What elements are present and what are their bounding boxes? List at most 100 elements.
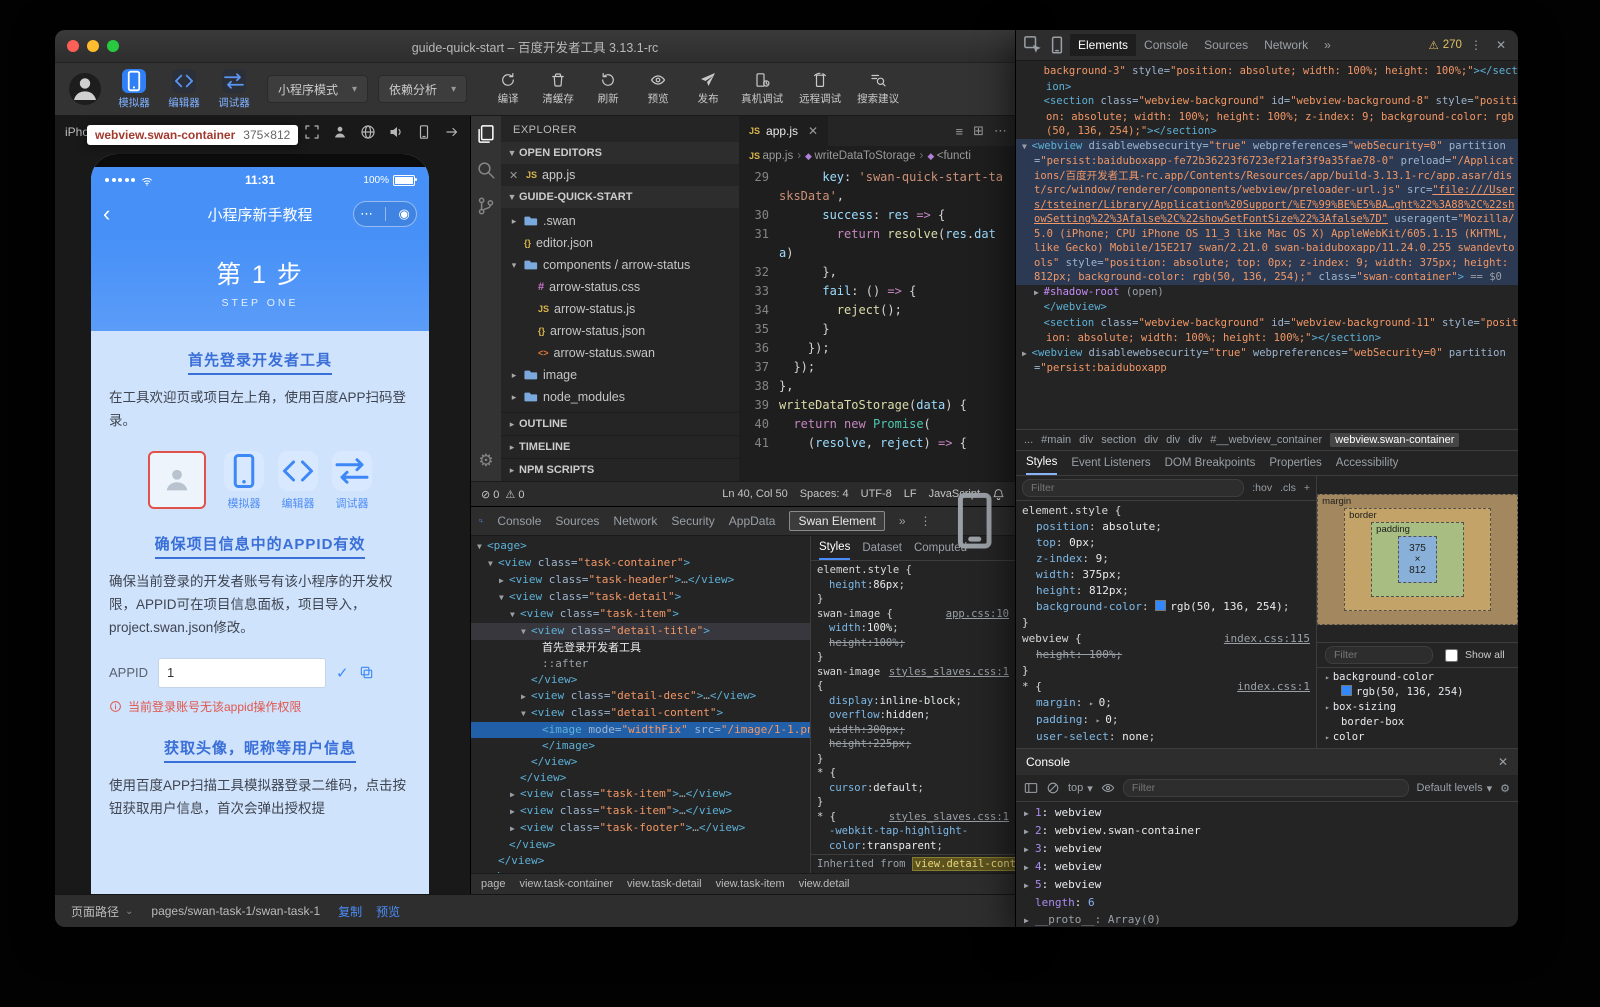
style-declaration[interactable]: overflow:hidden; (811, 708, 1015, 723)
panel-tab-event-listeners[interactable]: Event Listeners (1071, 457, 1150, 469)
markup-node[interactable]: background-3" style="position: absolute;… (1016, 64, 1518, 94)
console-sidebar-icon[interactable] (1024, 781, 1038, 795)
style-rule-selector[interactable]: app.css:10swan-image { (811, 607, 1015, 622)
computed-property[interactable]: ▸box-sizing (1325, 700, 1510, 715)
dom-crumb[interactable]: view.detail (799, 878, 850, 890)
context-selector[interactable]: top▾ (1068, 782, 1093, 795)
stylesheet-link[interactable]: app.css:10 (946, 607, 1009, 622)
style-declaration[interactable]: margin: ▸ 0; (1016, 695, 1316, 712)
swan-tab-console[interactable]: Console (497, 514, 541, 528)
dom-node[interactable]: ▼<view class="task-container"> (471, 555, 810, 572)
style-declaration[interactable]: -webkit-tap-highlight-color:transparent; (811, 824, 1015, 853)
appid-input[interactable] (158, 658, 326, 688)
computed-property[interactable]: ▸color (1325, 730, 1510, 745)
console-filter-input[interactable] (1123, 779, 1409, 797)
sound-icon[interactable] (388, 124, 404, 140)
swan-style-tab-dataset[interactable]: Dataset (862, 542, 902, 554)
close-drawer-icon[interactable]: ✕ (1498, 755, 1508, 769)
inherited-target[interactable]: view.detail-conte (912, 857, 1015, 871)
dom-crumb[interactable]: view.task-item (716, 878, 785, 890)
device-icon[interactable] (416, 124, 432, 140)
dom-node[interactable]: ▼<view class="task-item"> (471, 606, 810, 623)
swan-tab-sources[interactable]: Sources (555, 514, 599, 528)
panel-tab-accessibility[interactable]: Accessibility (1336, 457, 1399, 469)
folder-componentsarrow-status[interactable]: ▾components / arrow-status (501, 254, 739, 276)
files-icon[interactable] (476, 124, 496, 144)
dom-node[interactable]: ▶<view class="task-header">…</view> (471, 572, 810, 589)
element-crumb[interactable]: #__webview_container (1210, 434, 1322, 446)
panel-tab-properties[interactable]: Properties (1269, 457, 1321, 469)
element-crumb[interactable]: div (1166, 434, 1180, 446)
close-devtools-icon[interactable]: ✕ (1490, 38, 1512, 52)
warnings-badge[interactable]: ⚠ 270 (1428, 38, 1462, 52)
inspect-element-icon[interactable] (479, 513, 483, 529)
live-expression-icon[interactable] (1101, 781, 1115, 795)
deps-dropdown[interactable]: 依赖分析 ▾ (378, 75, 467, 103)
console-entry[interactable]: ▶2: webview.swan-container (1016, 822, 1518, 840)
refresh-button[interactable]: 刷新 (591, 72, 625, 106)
folder-.swan[interactable]: ▸.swan (501, 210, 739, 232)
preview-path-button[interactable]: 预览 (376, 903, 400, 920)
file-arrow-status.swan[interactable]: <>arrow-status.swan (501, 342, 739, 364)
computed-property[interactable]: ▸background-color (1325, 670, 1510, 685)
stylesheet-link[interactable]: styles_slaves.css:1 (889, 810, 1009, 825)
status-item[interactable]: Spaces: 4 (800, 488, 849, 500)
collapse-icon[interactable] (444, 124, 460, 140)
style-rule-selector[interactable]: * { (811, 766, 1015, 781)
file-arrow-status.css[interactable]: #arrow-status.css (501, 276, 739, 298)
close-circle-icon[interactable]: ◉ (399, 206, 410, 222)
swan-style-tab-computed[interactable]: Computed (914, 542, 967, 554)
markup-node[interactable]: <section class="webview-background" id="… (1016, 316, 1518, 346)
style-declaration[interactable]: position: absolute; (1016, 519, 1316, 535)
dom-node[interactable]: ▶<view class="task-item">…</view> (471, 803, 810, 820)
section-npm-scripts[interactable]: ▸NPM SCRIPTS (501, 458, 739, 481)
swan-style-tab-styles[interactable]: Styles (819, 536, 850, 560)
markup-node[interactable]: ▶ <webview disablewebsecurity="true" web… (1016, 346, 1518, 376)
dom-node[interactable]: </view> (471, 754, 810, 770)
styles-filter-input[interactable] (1022, 479, 1244, 497)
close-icon[interactable]: ✕ (509, 169, 521, 182)
console-entry[interactable]: ▶__proto__: Array(0) (1016, 911, 1518, 927)
folder-image[interactable]: ▸image (501, 364, 739, 386)
real-device-button[interactable]: 真机调试 (741, 72, 783, 106)
file-arrow-status.js[interactable]: JSarrow-status.js (501, 298, 739, 320)
style-declaration[interactable]: cursor:default; (811, 781, 1015, 796)
dom-node[interactable]: ▶<view class="task-footer">…</view> (471, 820, 810, 837)
style-declaration[interactable]: height: 812px; (1016, 583, 1316, 599)
close-tab-icon[interactable]: ✕ (808, 124, 818, 138)
login-icon[interactable] (332, 124, 348, 140)
computed-filter-input[interactable] (1325, 646, 1433, 664)
debugger-toggle[interactable]: 调试器 (211, 69, 257, 110)
minimize-window-button[interactable] (87, 40, 99, 52)
new-style-rule-button[interactable]: + (1304, 482, 1310, 494)
style-rule-selector[interactable]: index.css:1* { (1016, 679, 1316, 695)
stylesheet-link[interactable]: index.css:1 (1237, 679, 1310, 695)
more-options-icon[interactable]: ⋮ (1464, 38, 1488, 52)
menu-capsule[interactable]: ⋯◉ (353, 201, 417, 227)
style-declaration[interactable]: user-select: none; (1016, 729, 1316, 745)
layout-icon[interactable]: ≡ (956, 124, 964, 139)
settings-gear-icon[interactable]: ⚙ (478, 451, 493, 471)
markup-node[interactable]: ▶ #shadow-root (open) (1016, 285, 1518, 301)
breadcrumb-item[interactable]: ◆ <functi (927, 150, 971, 162)
dom-crumb[interactable]: view.task-detail (627, 878, 702, 890)
devtools-tab-elements[interactable]: Elements (1070, 34, 1136, 56)
devtools-tab-sources[interactable]: Sources (1196, 34, 1256, 56)
style-rule-selector[interactable]: element.style { (811, 563, 1015, 578)
element-crumb[interactable]: div (1079, 434, 1093, 446)
dom-node[interactable]: <image mode="widthFix" src="/image/1-1.p… (471, 722, 810, 738)
devtools-tab-network[interactable]: Network (1256, 34, 1316, 56)
toggle-class-button[interactable]: .cls (1280, 482, 1296, 494)
element-crumb[interactable]: ... (1024, 434, 1033, 446)
style-declaration[interactable]: height:100%; (811, 636, 1015, 651)
style-declaration[interactable]: height:86px; (811, 578, 1015, 593)
editor-tab-appjs[interactable]: JS app.js ✕ (739, 116, 829, 146)
swan-tab-appdata[interactable]: AppData (729, 514, 776, 528)
close-window-button[interactable] (67, 40, 79, 52)
more-menu-icon[interactable]: ⋯ (360, 206, 373, 222)
more-tabs-icon[interactable]: » (1318, 38, 1337, 52)
compile-button[interactable]: 编译 (491, 72, 525, 106)
copy-icon[interactable] (359, 665, 374, 680)
section-outline[interactable]: ▸OUTLINE (501, 412, 739, 435)
problems-errors[interactable]: ⊘ 0 (481, 488, 499, 501)
